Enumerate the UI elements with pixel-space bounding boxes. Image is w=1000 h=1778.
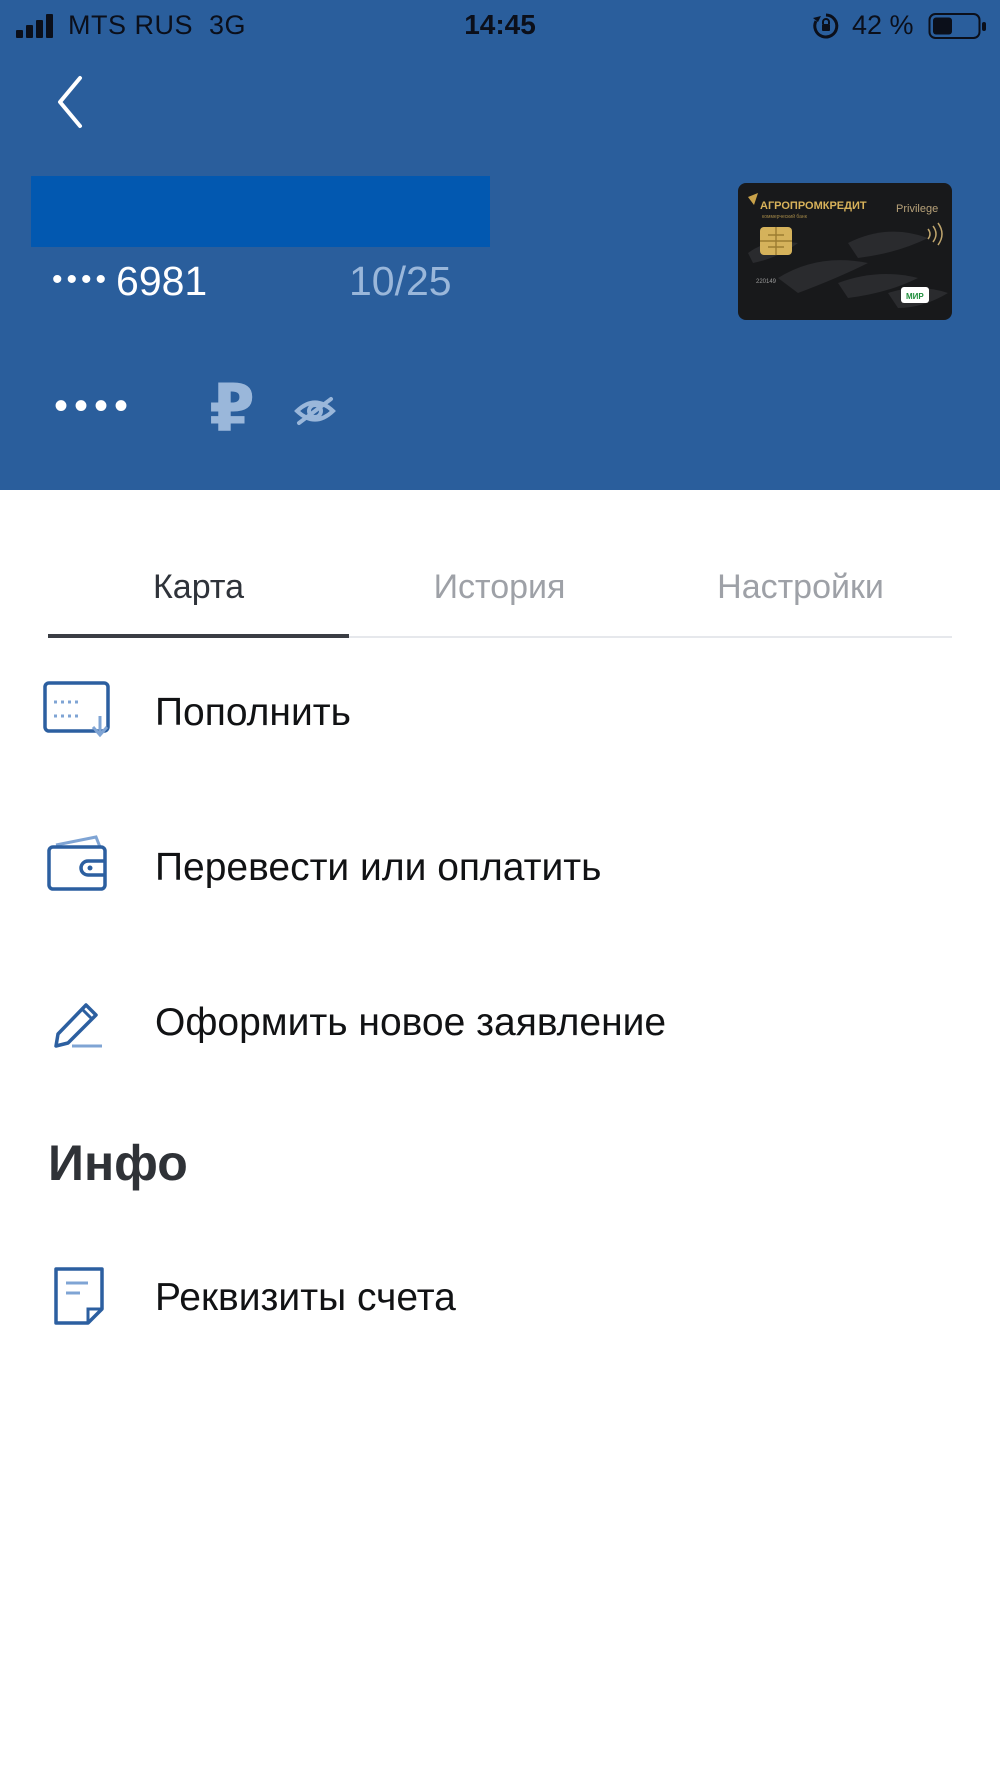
- tab-settings[interactable]: Настройки: [650, 568, 951, 607]
- ruble-symbol: ₽: [209, 371, 255, 445]
- tab-bar: Карта История Настройки: [48, 548, 952, 638]
- balance-hidden: ••••: [54, 384, 135, 428]
- topup-button[interactable]: Пополнить: [0, 665, 1000, 765]
- card-name-redacted: [31, 176, 490, 247]
- card-image[interactable]: АГРОПРОМКРЕДИТ коммерческий банк Privile…: [738, 183, 952, 320]
- tab-history[interactable]: История: [349, 568, 650, 607]
- status-time: 14:45: [464, 9, 536, 40]
- pencil-icon: [54, 1003, 102, 1048]
- new-application-button[interactable]: Оформить новое заявление: [0, 975, 1000, 1075]
- tab-active-indicator: [48, 634, 349, 638]
- document-icon: [54, 1267, 104, 1325]
- transfer-pay-button[interactable]: Перевести или оплатить: [0, 820, 1000, 920]
- back-button[interactable]: [50, 72, 90, 132]
- card-number: •••• 6981: [52, 258, 208, 304]
- account-details-button[interactable]: Реквизиты счета: [0, 1250, 1000, 1350]
- svg-text:МИР: МИР: [906, 292, 924, 301]
- svg-text:Privilege: Privilege: [896, 203, 938, 215]
- battery-percent: 42 %: [852, 10, 914, 40]
- battery-icon: [928, 13, 986, 39]
- wallet-icon: [47, 835, 107, 891]
- eye-hidden-icon[interactable]: [294, 393, 336, 429]
- tab-card[interactable]: Карта: [48, 568, 349, 607]
- status-bar: MTS RUS 3G 14:45 42 %: [0, 0, 1000, 52]
- topup-label: Пополнить: [155, 691, 351, 734]
- svg-text:коммерческий банк: коммерческий банк: [762, 213, 808, 220]
- svg-text:АГРОПРОМКРЕДИТ: АГРОПРОМКРЕДИТ: [760, 200, 867, 212]
- info-section-title: Инфо: [48, 1135, 188, 1191]
- transfer-pay-label: Перевести или оплатить: [155, 846, 602, 889]
- account-details-label: Реквизиты счета: [155, 1276, 456, 1319]
- card-header: MTS RUS 3G 14:45 42 % •••• 6981 10/25 АГ…: [0, 0, 1000, 490]
- card-expiry: 10/25: [349, 258, 452, 304]
- card-topup-icon: [43, 681, 110, 738]
- svg-text:220149: 220149: [756, 279, 777, 285]
- new-application-label: Оформить новое заявление: [155, 1001, 667, 1044]
- orientation-lock-icon: [813, 13, 839, 39]
